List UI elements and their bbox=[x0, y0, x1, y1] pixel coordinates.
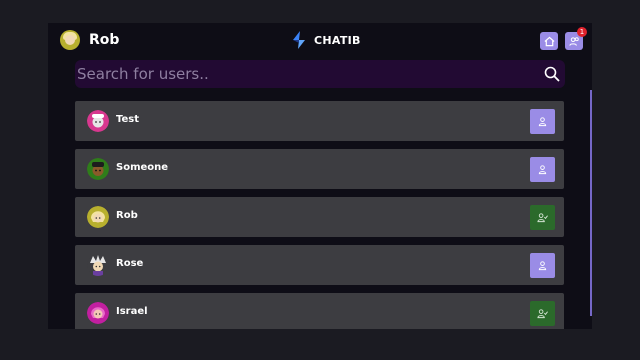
user-name: Test bbox=[116, 114, 140, 125]
scrollbar[interactable] bbox=[590, 90, 592, 316]
avatar bbox=[87, 302, 109, 324]
notification-badge: 1 bbox=[577, 27, 587, 37]
list-item[interactable]: Israel bbox=[75, 293, 564, 329]
avatar bbox=[87, 110, 109, 132]
user-check-icon bbox=[537, 213, 548, 223]
user-list: Test Someone Rob Rose Israel bbox=[75, 101, 564, 329]
search-input[interactable] bbox=[75, 60, 537, 88]
add-friend-button[interactable] bbox=[530, 157, 555, 182]
app-window: Rob CHATIB 1 Search for users.. Test Som… bbox=[48, 23, 592, 329]
avatar bbox=[87, 158, 109, 180]
user-name: Rob bbox=[116, 210, 138, 221]
add-friend-button[interactable] bbox=[530, 253, 555, 278]
header: Rob CHATIB 1 bbox=[48, 23, 592, 59]
search-icon[interactable] bbox=[543, 65, 561, 83]
current-user-avatar[interactable] bbox=[60, 30, 80, 50]
logo-icon bbox=[293, 31, 305, 49]
user-name: Israel bbox=[116, 306, 148, 317]
list-item[interactable]: Rose bbox=[75, 245, 564, 285]
user-check-icon bbox=[537, 309, 548, 319]
users-icon bbox=[568, 36, 579, 46]
add-user-icon bbox=[538, 261, 547, 271]
home-icon bbox=[544, 36, 554, 46]
brand-name: CHATIB bbox=[314, 34, 361, 47]
friend-requests-button[interactable]: 1 bbox=[565, 27, 587, 50]
user-name: Rose bbox=[116, 258, 144, 269]
list-item[interactable]: Someone bbox=[75, 149, 564, 189]
list-item[interactable]: Rob bbox=[75, 197, 564, 237]
add-user-icon bbox=[538, 165, 547, 175]
search-bar bbox=[75, 60, 565, 88]
add-user-icon bbox=[538, 117, 547, 127]
avatar bbox=[87, 254, 109, 276]
add-friend-button[interactable] bbox=[530, 109, 555, 134]
list-item[interactable]: Test bbox=[75, 101, 564, 141]
home-button[interactable] bbox=[540, 32, 558, 50]
friend-status-button[interactable] bbox=[530, 301, 555, 326]
current-user-name: Rob bbox=[89, 32, 120, 48]
avatar bbox=[87, 206, 109, 228]
friend-status-button[interactable] bbox=[530, 205, 555, 230]
user-name: Someone bbox=[116, 162, 169, 173]
